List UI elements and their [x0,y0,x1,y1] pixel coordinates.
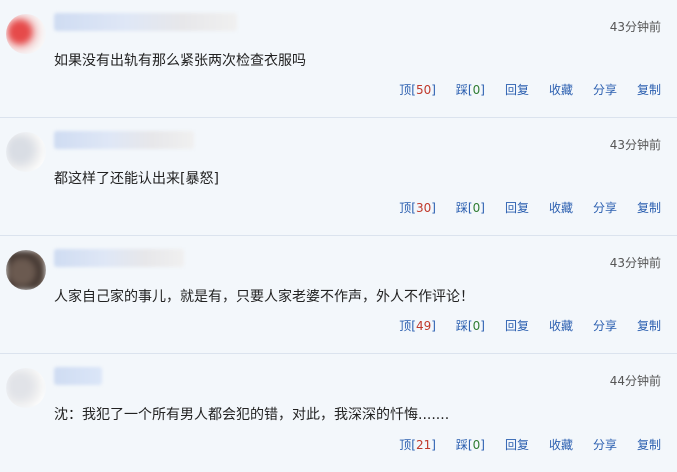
upvote-button[interactable]: 顶[30] [399,199,436,216]
comment-item: 44分钟前 沈：我犯了一个所有男人都会犯的错，对此，我深深的忏悔....... … [0,354,677,472]
comment-actions: 顶[49] 踩[0] 回复 收藏 分享 复制 [379,317,661,334]
comment-text: 人家自己家的事儿，就是有，只要人家老婆不作声，外人不作评论！ [54,289,474,305]
avatar[interactable] [6,250,46,290]
reply-button[interactable]: 回复 [505,199,529,216]
username-blurred[interactable] [54,249,184,267]
upvote-button[interactable]: 顶[50] [399,81,436,98]
comment-text: 如果没有出轨有那么紧张两次检查衣服吗 [54,53,306,69]
reply-button[interactable]: 回复 [505,317,529,334]
username-blurred[interactable] [54,367,102,385]
downvote-button[interactable]: 踩[0] [456,436,485,453]
comment-item: 43分钟前 如果没有出轨有那么紧张两次检查衣服吗 顶[50] 踩[0] 回复 收… [0,0,677,118]
upvote-count: 49 [415,319,432,333]
comment-time: 43分钟前 [609,20,661,34]
favorite-button[interactable]: 收藏 [549,436,573,453]
share-button[interactable]: 分享 [593,81,617,98]
upvote-button[interactable]: 顶[21] [399,436,436,453]
downvote-button[interactable]: 踩[0] [456,317,485,334]
comment-actions: 顶[21] 踩[0] 回复 收藏 分享 复制 [379,436,661,453]
upvote-button[interactable]: 顶[49] [399,317,436,334]
upvote-count: 21 [415,438,432,452]
reply-button[interactable]: 回复 [505,81,529,98]
comment-actions: 顶[50] 踩[0] 回复 收藏 分享 复制 [379,81,661,98]
upvote-count: 50 [415,83,432,97]
share-button[interactable]: 分享 [593,436,617,453]
avatar[interactable] [6,14,46,54]
copy-button[interactable]: 复制 [637,317,661,334]
copy-button[interactable]: 复制 [637,81,661,98]
downvote-button[interactable]: 踩[0] [456,199,485,216]
downvote-button[interactable]: 踩[0] [456,81,485,98]
favorite-button[interactable]: 收藏 [549,199,573,216]
favorite-button[interactable]: 收藏 [549,317,573,334]
username-blurred[interactable] [54,131,194,149]
comment-time: 43分钟前 [609,256,661,270]
comment-actions: 顶[30] 踩[0] 回复 收藏 分享 复制 [379,199,661,216]
reply-button[interactable]: 回复 [505,436,529,453]
favorite-button[interactable]: 收藏 [549,81,573,98]
avatar[interactable] [6,132,46,172]
comment-text: 都这样了还能认出来[暴怒] [54,171,219,187]
upvote-count: 30 [415,201,432,215]
comment-item: 43分钟前 人家自己家的事儿，就是有，只要人家老婆不作声，外人不作评论！ 顶[4… [0,236,677,354]
username-blurred[interactable] [54,13,237,31]
avatar[interactable] [6,368,46,408]
comment-list: 43分钟前 如果没有出轨有那么紧张两次检查衣服吗 顶[50] 踩[0] 回复 收… [0,0,677,472]
comment-time: 44分钟前 [609,374,661,388]
share-button[interactable]: 分享 [593,199,617,216]
comment-time: 43分钟前 [609,138,661,152]
copy-button[interactable]: 复制 [637,436,661,453]
comment-item: 43分钟前 都这样了还能认出来[暴怒] 顶[30] 踩[0] 回复 收藏 分享 … [0,118,677,236]
copy-button[interactable]: 复制 [637,199,661,216]
comment-text: 沈：我犯了一个所有男人都会犯的错，对此，我深深的忏悔....... [54,407,450,423]
share-button[interactable]: 分享 [593,317,617,334]
